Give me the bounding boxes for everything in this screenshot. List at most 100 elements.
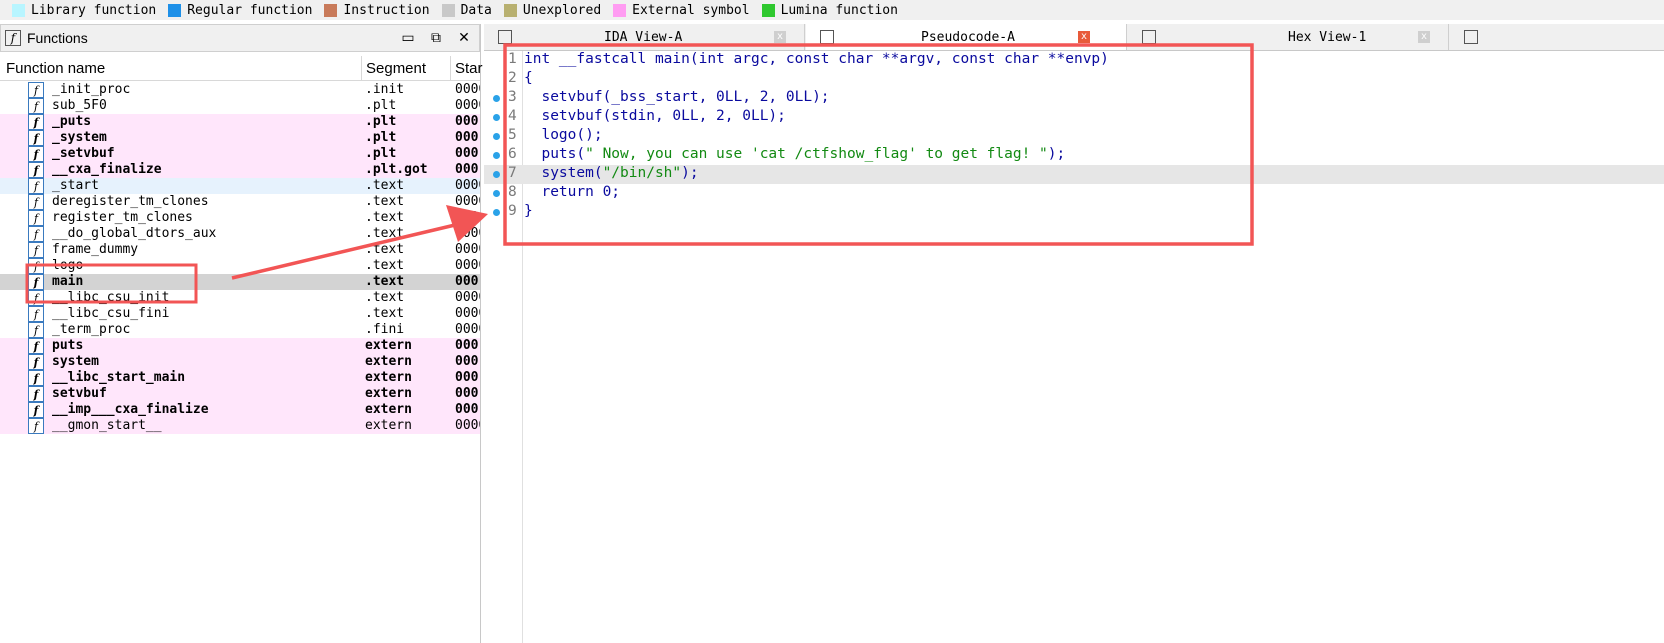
- function-name: __cxa_finalize: [52, 162, 162, 177]
- code-text: setvbuf(_bss_start, 0LL, 2, 0LL);: [524, 89, 829, 105]
- function-row[interactable]: f _setvbuf .plt 000: [0, 146, 480, 162]
- function-start: 0000: [455, 258, 480, 273]
- function-row[interactable]: f deregister_tm_clones .text 0000: [0, 194, 480, 210]
- function-row[interactable]: f puts extern 000: [0, 338, 480, 354]
- function-start: 000: [455, 338, 479, 353]
- function-row[interactable]: f _puts .plt 000: [0, 114, 480, 130]
- code-line[interactable]: 3 setvbuf(_bss_start, 0LL, 2, 0LL);: [484, 89, 1664, 108]
- function-start: 0000: [455, 242, 480, 257]
- code-token: );: [1047, 146, 1066, 162]
- legend-swatch: [168, 3, 182, 17]
- functions-panel: f Functions ▭ ⧉ ✕ Function name Segment …: [0, 24, 483, 643]
- tab-close-icon[interactable]: x: [1078, 31, 1090, 43]
- code-line[interactable]: 6 puts(" Now, you can use 'cat /ctfshow_…: [484, 146, 1664, 165]
- function-row[interactable]: f frame_dummy .text 0000: [0, 242, 480, 258]
- function-start: 000: [455, 114, 479, 129]
- column-segment[interactable]: Segment: [366, 60, 426, 77]
- function-row[interactable]: f _system .plt 000: [0, 130, 480, 146]
- code-text: system("/bin/sh");: [524, 165, 698, 181]
- function-segment: .text: [365, 290, 405, 305]
- code-text: }: [524, 203, 533, 219]
- function-row[interactable]: f register_tm_clones .text 0000: [0, 210, 480, 226]
- tab-extra[interactable]: [1450, 24, 1664, 50]
- string-literal: "/bin/sh": [602, 165, 682, 181]
- function-icon: f: [28, 402, 44, 418]
- tab-ida-view-a[interactable]: IDA View-A x: [484, 24, 805, 50]
- code-line[interactable]: 4 setvbuf(stdin, 0LL, 2, 0LL);: [484, 108, 1664, 127]
- function-start: 0000: [455, 306, 480, 321]
- tab-hex-view-1[interactable]: Hex View-1 x: [1128, 24, 1449, 50]
- function-start: 0000: [455, 322, 480, 337]
- line-number: 4: [508, 108, 517, 124]
- maximize-icon[interactable]: ▭: [401, 29, 415, 46]
- pseudocode-view[interactable]: 1 int __fastcall main(int argc, const cha…: [484, 51, 1664, 643]
- tab-pseudocode-a[interactable]: Pseudocode-A x: [806, 24, 1127, 50]
- code-token: }: [524, 203, 533, 219]
- breakpoint-dot-icon[interactable]: [493, 190, 500, 197]
- legend-label: Data: [460, 2, 492, 18]
- function-row[interactable]: f _start .text 0000: [0, 178, 480, 194]
- legend-item: Regular function: [168, 3, 312, 18]
- function-row[interactable]: f __cxa_finalize .plt.got 000: [0, 162, 480, 178]
- function-icon: f: [28, 370, 44, 386]
- tab-close-icon[interactable]: x: [1418, 31, 1430, 43]
- function-icon: f: [28, 82, 44, 98]
- breakpoint-dot-icon[interactable]: [493, 171, 500, 178]
- function-row[interactable]: f main .text 000: [0, 274, 480, 290]
- code-line[interactable]: 9}: [484, 203, 1664, 222]
- function-segment: extern: [365, 402, 412, 417]
- function-segment: .text: [365, 306, 405, 321]
- function-icon: f: [28, 194, 44, 210]
- function-segment: extern: [365, 354, 412, 369]
- line-number: 7: [508, 165, 517, 181]
- breakpoint-dot-icon[interactable]: [493, 152, 500, 159]
- breakpoint-dot-icon[interactable]: [493, 209, 500, 216]
- code-line[interactable]: 1 int __fastcall main(int argc, const cha…: [484, 51, 1664, 70]
- function-row[interactable]: f __do_global_dtors_aux .text 0000: [0, 226, 480, 242]
- function-row[interactable]: f __imp___cxa_finalize extern 000: [0, 402, 480, 418]
- function-name: puts: [52, 338, 84, 353]
- functions-table-header: Function name Segment Star: [0, 56, 483, 81]
- line-number: 3: [508, 89, 517, 105]
- breakpoint-dot-icon[interactable]: [493, 133, 500, 140]
- function-icon: f: [28, 338, 44, 354]
- code-line[interactable]: 2{: [484, 70, 1664, 89]
- code-token: {: [524, 70, 533, 86]
- function-row[interactable]: f __libc_csu_init .text 0000: [0, 290, 480, 306]
- hex-icon: [1142, 30, 1156, 44]
- function-row[interactable]: f __libc_csu_fini .text 0000: [0, 306, 480, 322]
- function-segment: .plt: [365, 98, 397, 113]
- code-token: setvbuf(stdin, 0LL, 2, 0LL);: [524, 108, 786, 124]
- tab-close-icon[interactable]: x: [774, 31, 786, 43]
- function-row[interactable]: flogo .text 0000: [0, 258, 480, 274]
- breakpoint-dot-icon[interactable]: [493, 95, 500, 102]
- restore-icon[interactable]: ⧉: [429, 29, 443, 46]
- column-function-name[interactable]: Function name: [6, 60, 105, 77]
- breakpoint-dot-icon[interactable]: [493, 114, 500, 121]
- function-row[interactable]: f system extern 000: [0, 354, 480, 370]
- function-start: 0000: [455, 82, 480, 97]
- function-segment: .plt: [365, 130, 397, 145]
- function-row[interactable]: f _term_proc .fini 0000: [0, 322, 480, 338]
- column-start[interactable]: Star: [455, 60, 483, 77]
- function-start: 000: [455, 162, 479, 177]
- function-segment: extern: [365, 338, 412, 353]
- string-literal: " Now, you can use 'cat /ctfshow_flag' t…: [585, 146, 1048, 162]
- function-name: sub_5F0: [52, 98, 107, 113]
- close-icon[interactable]: ✕: [457, 29, 471, 46]
- function-start: 000: [455, 386, 479, 401]
- function-segment: .text: [365, 258, 405, 273]
- function-row[interactable]: f setvbuf extern 000: [0, 386, 480, 402]
- function-row[interactable]: f __gmon_start__ extern 0000: [0, 418, 480, 434]
- code-token: return 0;: [524, 184, 621, 200]
- code-line[interactable]: 5 logo();: [484, 127, 1664, 146]
- code-line[interactable]: 8 return 0;: [484, 184, 1664, 203]
- function-row[interactable]: f sub_5F0 .plt 0000: [0, 98, 480, 114]
- function-name: __imp___cxa_finalize: [52, 402, 209, 417]
- function-start: 000: [455, 274, 479, 289]
- function-row[interactable]: f _init_proc .init 0000: [0, 82, 480, 98]
- code-line[interactable]: 7 system("/bin/sh");: [484, 165, 1664, 184]
- pseudocode-icon: [820, 30, 834, 44]
- function-row[interactable]: f __libc_start_main extern 000: [0, 370, 480, 386]
- function-segment: .text: [365, 178, 405, 193]
